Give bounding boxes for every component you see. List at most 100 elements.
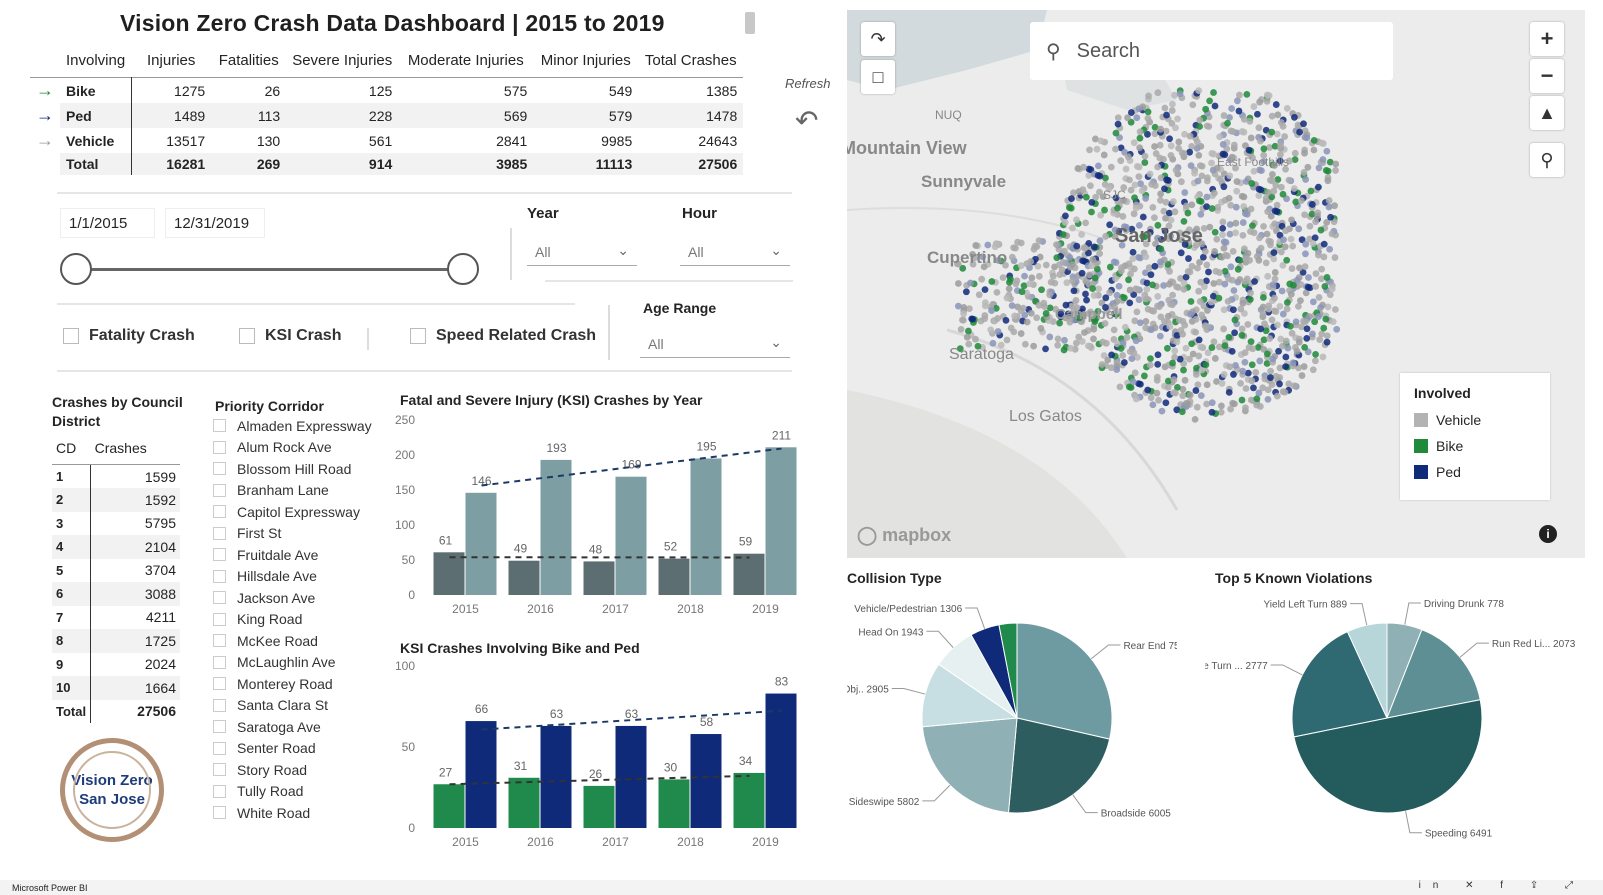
council-row[interactable]: 9 2024 <box>52 652 180 676</box>
fatality-crash-checkbox[interactable]: Fatality Crash <box>63 327 195 345</box>
checkbox-box[interactable] <box>213 677 226 691</box>
zoom-out-icon[interactable]: − <box>1530 59 1564 93</box>
scrollbar-thumb[interactable] <box>745 12 755 34</box>
crash-point <box>1283 256 1291 264</box>
summary-header-fatalities[interactable]: Fatalities <box>211 48 286 78</box>
checkbox-box[interactable] <box>213 698 226 712</box>
priority-corridor-item[interactable]: Senter Road <box>213 738 372 760</box>
priority-corridor-item[interactable]: Fruitdale Ave <box>213 544 372 566</box>
checkbox-box[interactable] <box>239 328 255 344</box>
zoom-to-fit-icon[interactable]: ⚲ <box>1530 143 1564 177</box>
checkbox-box[interactable] <box>213 419 226 433</box>
council-row[interactable]: 1 1599 <box>52 464 180 488</box>
priority-corridor-item[interactable]: Monterey Road <box>213 673 372 695</box>
council-row[interactable]: 10 1664 <box>52 676 180 700</box>
priority-corridor-item[interactable]: White Road <box>213 802 372 824</box>
checkbox-box[interactable] <box>213 655 226 669</box>
checkbox-box[interactable] <box>213 483 226 497</box>
info-icon[interactable]: i <box>1539 525 1557 543</box>
crash-point <box>1018 288 1026 296</box>
legend-item-bike[interactable]: Bike <box>1414 433 1536 459</box>
summary-header-injuries[interactable]: Injuries <box>131 48 211 78</box>
crash-point <box>1114 120 1122 128</box>
refresh-icon[interactable]: ↶ <box>795 104 818 137</box>
summary-header-total[interactable]: Total Crashes <box>638 48 743 78</box>
council-row[interactable]: 7 4211 <box>52 605 180 629</box>
checkbox-box[interactable] <box>213 505 226 519</box>
crash-point <box>1216 269 1224 276</box>
priority-corridor-item[interactable]: Saratoga Ave <box>213 716 372 738</box>
crash-point <box>1084 342 1092 350</box>
checkbox-box[interactable] <box>213 741 226 755</box>
compass-icon[interactable]: ▲ <box>1530 96 1564 130</box>
priority-corridor-item[interactable]: Tully Road <box>213 781 372 803</box>
checkbox-box[interactable] <box>410 328 426 344</box>
priority-corridor-item[interactable]: McLaughlin Ave <box>213 652 372 674</box>
drill-arrow-icon[interactable]: → <box>30 103 60 128</box>
age-range-dropdown[interactable]: All ⌄ <box>640 328 790 358</box>
priority-corridor-item[interactable]: Almaden Expressway <box>213 415 372 437</box>
checkbox-box[interactable] <box>213 784 226 798</box>
date-start-field[interactable]: 1/1/2015 <box>60 208 155 238</box>
drill-arrow-icon[interactable]: → <box>30 128 60 153</box>
summary-header-minor[interactable]: Minor Injuries <box>533 48 638 78</box>
share-icons[interactable]: in ✕ f ⇪ ⤢ <box>1419 880 1585 891</box>
summary-row[interactable]: Total 16281 269 914 3985 11113 27506 <box>30 153 744 175</box>
map-search-box[interactable]: ⚲ Search <box>1030 22 1393 80</box>
drill-arrow-icon[interactable]: → <box>30 77 60 103</box>
zoom-in-icon[interactable]: + <box>1530 22 1564 56</box>
checkbox-box[interactable] <box>213 440 226 454</box>
checkbox-box[interactable] <box>213 526 226 540</box>
checkbox-box[interactable] <box>213 548 226 562</box>
checkbox-box[interactable] <box>213 569 226 583</box>
summary-row[interactable]: → Ped 1489 113 228 569 579 1478 <box>30 103 744 128</box>
priority-corridor-item[interactable]: Branham Lane <box>213 480 372 502</box>
checkbox-box[interactable] <box>213 763 226 777</box>
council-header-cd[interactable]: CD <box>52 438 91 465</box>
council-row[interactable]: 5 3704 <box>52 558 180 582</box>
checkbox-box[interactable] <box>213 612 226 626</box>
checkbox-box[interactable] <box>213 720 226 734</box>
checkbox-box[interactable] <box>213 806 226 820</box>
checkbox-box[interactable] <box>213 462 226 476</box>
summary-row[interactable]: → Vehicle 13517 130 561 2841 9985 24643 <box>30 128 743 153</box>
date-end-field[interactable]: 12/31/2019 <box>165 208 265 238</box>
crash-point <box>1211 102 1219 110</box>
priority-corridor-item[interactable]: Santa Clara St <box>213 695 372 717</box>
priority-corridor-item[interactable]: First St <box>213 523 372 545</box>
summary-header-severe[interactable]: Severe Injuries <box>286 48 398 78</box>
date-slider-track[interactable] <box>76 268 466 271</box>
priority-corridor-item[interactable]: Hillsdale Ave <box>213 566 372 588</box>
summary-row[interactable]: → Bike 1275 26 125 575 549 1385 <box>30 77 743 103</box>
hour-dropdown[interactable]: All ⌄ <box>680 236 790 266</box>
ksi-crash-checkbox[interactable]: KSI Crash <box>239 327 341 345</box>
priority-corridor-item[interactable]: Jackson Ave <box>213 587 372 609</box>
priority-corridor-item[interactable]: Capitol Expressway <box>213 501 372 523</box>
summary-header-involving[interactable]: Involving <box>60 48 131 78</box>
priority-corridor-item[interactable]: McKee Road <box>213 630 372 652</box>
date-slider-start-handle[interactable] <box>60 253 92 285</box>
council-row[interactable]: 4 2104 <box>52 535 180 559</box>
map-reset-icon[interactable]: ↷ <box>861 22 895 56</box>
map-select-icon[interactable]: □ <box>861 60 895 94</box>
mapbox-attribution[interactable]: ◯ mapbox <box>857 525 951 546</box>
summary-header-moderate[interactable]: Moderate Injuries <box>398 48 533 78</box>
checkbox-box[interactable] <box>213 591 226 605</box>
checkbox-box[interactable] <box>213 634 226 648</box>
priority-corridor-item[interactable]: King Road <box>213 609 372 631</box>
priority-corridor-item[interactable]: Alum Rock Ave <box>213 437 372 459</box>
council-row[interactable]: 2 1592 <box>52 488 180 512</box>
year-dropdown[interactable]: All ⌄ <box>527 236 637 266</box>
council-row[interactable]: 3 5795 <box>52 511 180 535</box>
legend-item-ped[interactable]: Ped <box>1414 459 1536 485</box>
date-slider-end-handle[interactable] <box>447 253 479 285</box>
council-row[interactable]: 8 1725 <box>52 629 180 653</box>
council-header-crashes[interactable]: Crashes <box>90 438 180 465</box>
checkbox-box[interactable] <box>63 328 79 344</box>
speed-related-crash-checkbox[interactable]: Speed Related Crash <box>410 327 596 345</box>
council-row[interactable]: 6 3088 <box>52 582 180 606</box>
legend-item-vehicle[interactable]: Vehicle <box>1414 407 1536 433</box>
drill-arrow-icon[interactable] <box>30 153 60 175</box>
priority-corridor-item[interactable]: Story Road <box>213 759 372 781</box>
priority-corridor-item[interactable]: Blossom Hill Road <box>213 458 372 480</box>
